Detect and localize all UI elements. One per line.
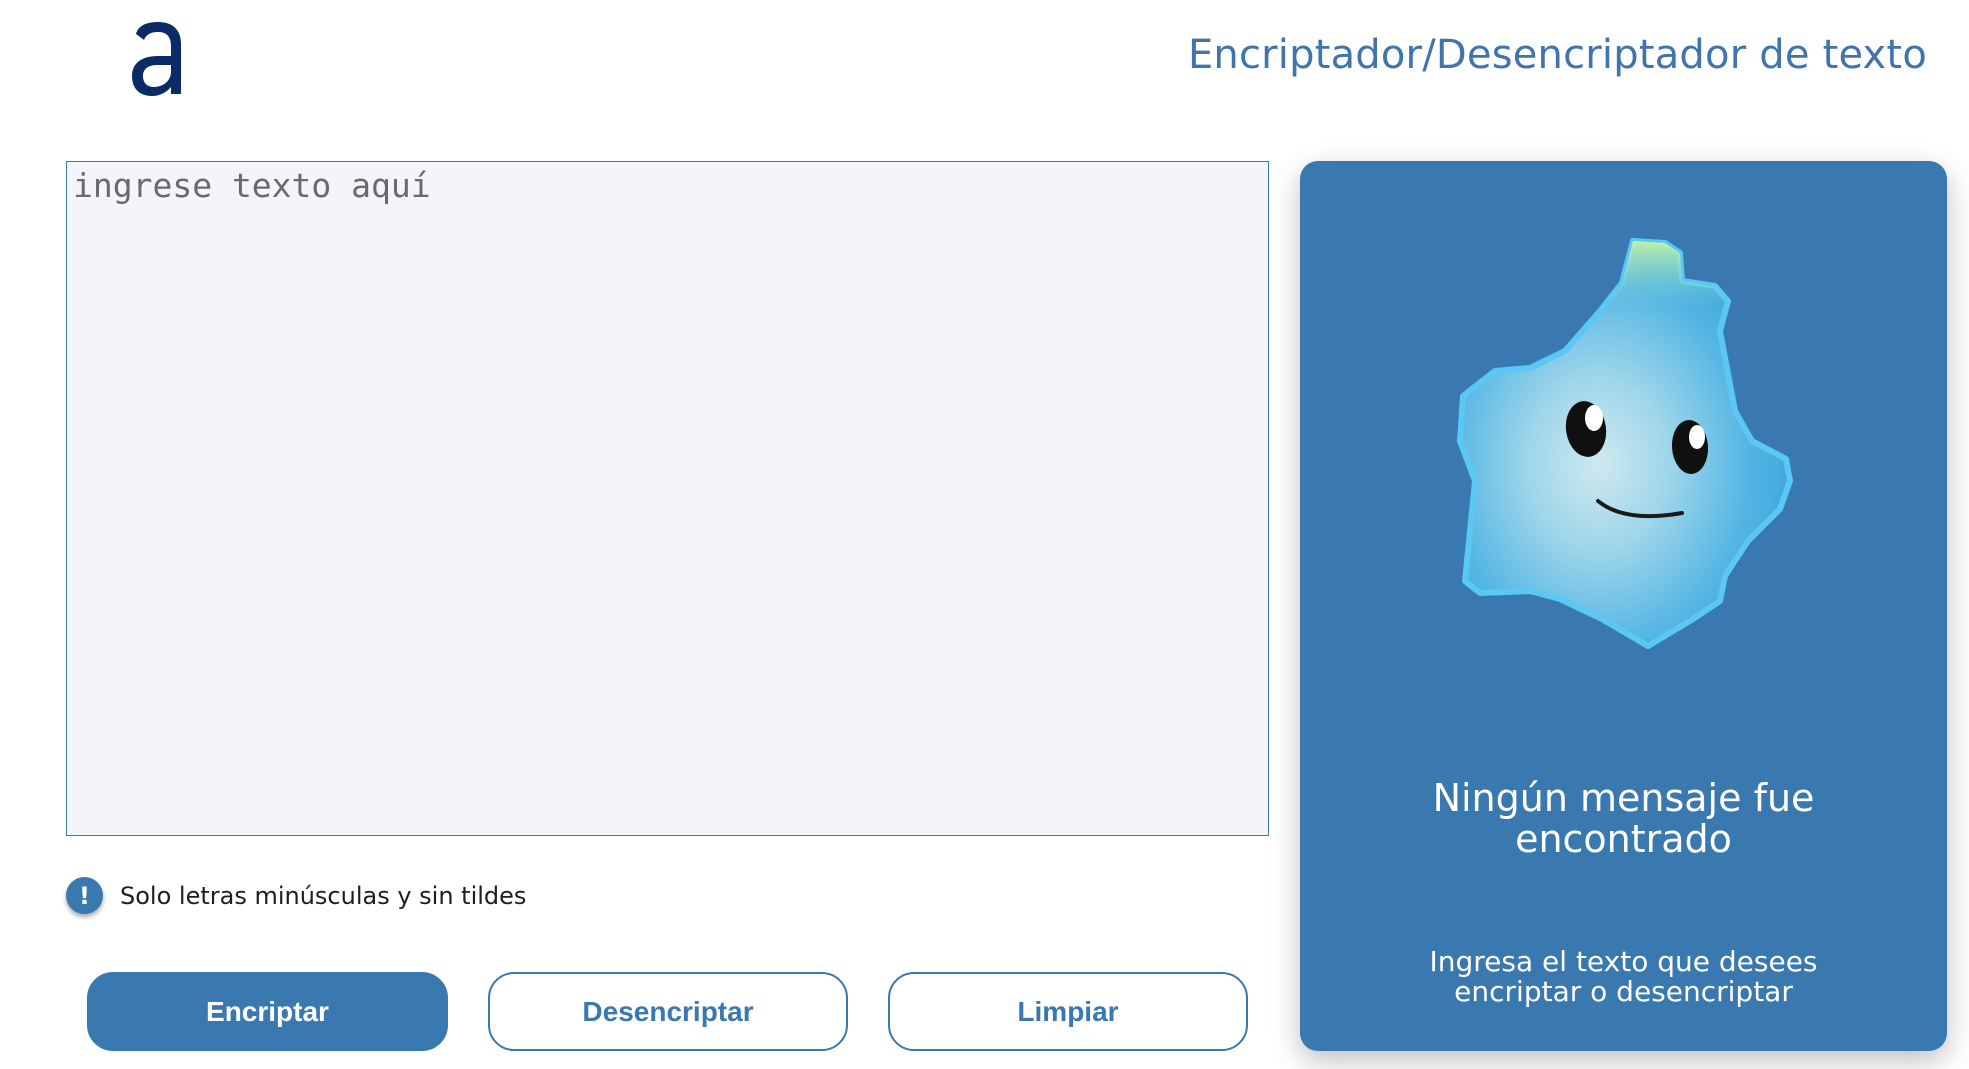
output-text: Ingresa el texto que desees encriptar o … (1429, 945, 1818, 1008)
output-title: Ningún mensaje fue encontrado (1432, 776, 1815, 861)
output-panel: Ningún mensaje fue encontrado Ingresa el… (1300, 161, 1947, 1051)
exclamation-circle-icon: ! (66, 877, 103, 914)
encrypt-button[interactable]: Encriptar (87, 972, 448, 1051)
decrypt-button[interactable]: Desencriptar (488, 972, 848, 1051)
text-input[interactable] (66, 161, 1269, 836)
alura-logo-icon[interactable] (128, 20, 188, 96)
smiling-star-mascot-icon (1457, 238, 1793, 649)
app-title: Encriptador/Desencriptador de texto (1187, 32, 1927, 78)
input-hint: ! Solo letras minúsculas y sin tildes (66, 877, 526, 914)
hint-text: Solo letras minúsculas y sin tildes (120, 881, 527, 910)
page: Encriptador/Desencriptador de texto ! So… (0, 0, 1969, 1069)
clear-button[interactable]: Limpiar (888, 972, 1248, 1051)
